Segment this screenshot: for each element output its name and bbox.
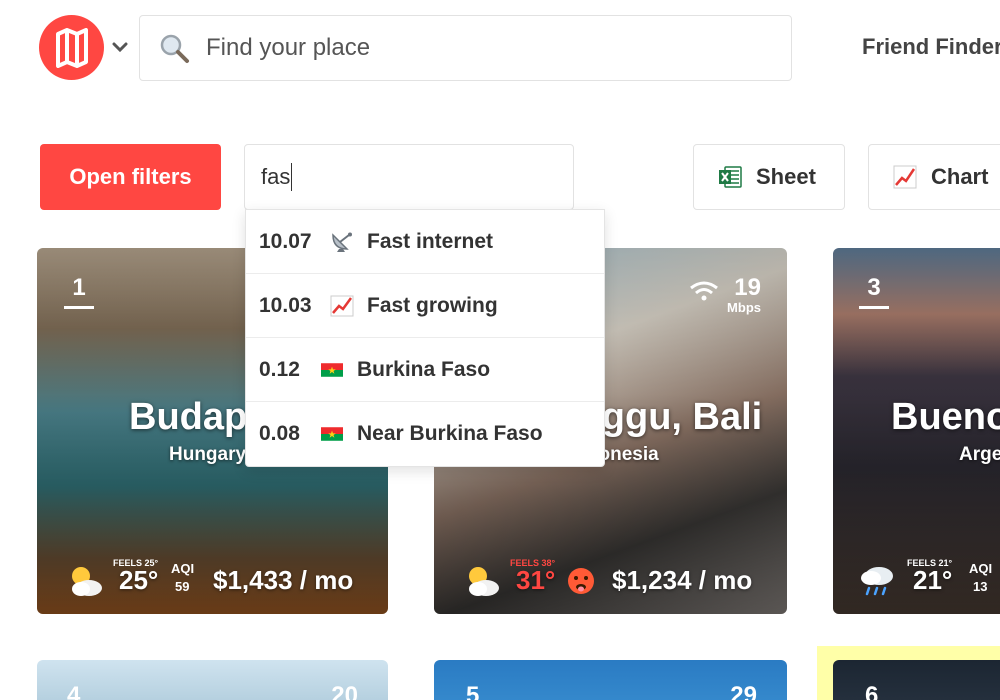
filter-query-text: fas [261, 164, 291, 189]
chevron-down-icon[interactable] [111, 38, 129, 56]
suggestion-label: Burkina Faso [357, 357, 491, 381]
text-caret [291, 163, 293, 191]
burkina-faso-flag-icon [321, 362, 343, 377]
suggestion-label: Fast internet [367, 229, 494, 253]
city-rank: 5 [466, 682, 480, 700]
hot-face-icon [568, 568, 594, 594]
friend-finder-link[interactable]: Friend Finder [862, 34, 1000, 60]
search-input[interactable]: Find your place [139, 15, 792, 81]
aqi-value: 59 [175, 579, 190, 594]
card-stats: FEELS 21° 21° AQI 13 [833, 554, 1000, 598]
internet-speed: 19 Mbps [690, 274, 761, 315]
suggestion-score: 0.12 [259, 357, 300, 381]
temperature: 21° [913, 565, 953, 595]
sheet-button[interactable]: Sheet [693, 144, 845, 210]
wifi-icon [690, 281, 718, 301]
aqi-value: 13 [973, 579, 988, 594]
spreadsheet-icon [719, 166, 742, 188]
suggestion-fast-internet[interactable]: 10.07 Fast internet [246, 210, 604, 274]
burkina-faso-flag-icon [321, 427, 343, 441]
sun-behind-cloud-icon [72, 567, 102, 596]
wifi-speed-unit: Mbps [727, 300, 761, 315]
map-logo-icon [55, 27, 88, 68]
aqi-label: AQI [171, 561, 195, 576]
chart-button[interactable]: Chart [868, 144, 1000, 210]
city-rank: 3 [859, 274, 889, 309]
country-name: Argentina [959, 444, 1000, 465]
city-rank: 6 [865, 682, 879, 700]
card-stats: FEELS 38° 31° $1,234 / mo [434, 554, 787, 598]
sheet-label: Sheet [756, 164, 816, 189]
open-filters-button[interactable]: Open filters [40, 144, 221, 210]
city-card-4[interactable]: 4 20 [37, 660, 388, 700]
monthly-cost: $1,433 / mo [213, 565, 354, 595]
wifi-speed-value: 19 [734, 274, 761, 301]
wifi-speed-value: 20 [331, 682, 358, 700]
card-stats: FEELS 25° 25° AQI 59 $1,433 / mo [37, 554, 388, 598]
sun-behind-cloud-icon [469, 567, 499, 596]
search-placeholder: Find your place [206, 34, 371, 61]
city-card-buenos-aires[interactable]: 3 Buenos Aires Argentina FEELS 21° 21° A… [833, 248, 1000, 614]
temperature: 25° [119, 565, 159, 595]
suggestion-label: Near Burkina Faso [357, 422, 543, 445]
city-name: Buenos Aires [891, 396, 1000, 438]
aqi-label: AQI [969, 561, 993, 576]
nomad-logo[interactable] [39, 15, 104, 80]
filter-search-input[interactable]: fas [244, 144, 574, 210]
chart-increasing-icon [330, 295, 354, 316]
city-card-5[interactable]: 5 29 [434, 660, 787, 700]
monthly-cost: $1,234 / mo [612, 565, 753, 595]
filter-suggestions-dropdown: 10.07 Fast internet 10.03 Fast growing 0… [245, 209, 605, 467]
city-card-6[interactable]: 6 [833, 660, 1000, 700]
temperature: 31° [516, 565, 556, 595]
country-name: Hungary [169, 444, 247, 465]
rain-cloud-icon [861, 567, 893, 596]
satellite-dish-icon [332, 232, 352, 252]
chart-label: Chart [931, 164, 989, 189]
suggestion-label: Fast growing [367, 293, 498, 317]
suggestion-burkina-faso[interactable]: 0.12 Burkina Faso [246, 338, 604, 402]
wifi-speed-value: 29 [730, 682, 757, 700]
chart-increasing-icon [893, 165, 917, 189]
suggestion-score: 10.07 [259, 229, 312, 253]
suggestion-near-burkina-faso[interactable]: 0.08 Near Burkina Faso [246, 402, 604, 466]
suggestion-score: 10.03 [259, 293, 312, 317]
search-icon [160, 34, 189, 63]
suggestion-score: 0.08 [259, 422, 300, 445]
suggestion-fast-growing[interactable]: 10.03 Fast growing [246, 274, 604, 338]
city-rank: 4 [67, 682, 81, 700]
city-rank: 1 [64, 274, 94, 309]
